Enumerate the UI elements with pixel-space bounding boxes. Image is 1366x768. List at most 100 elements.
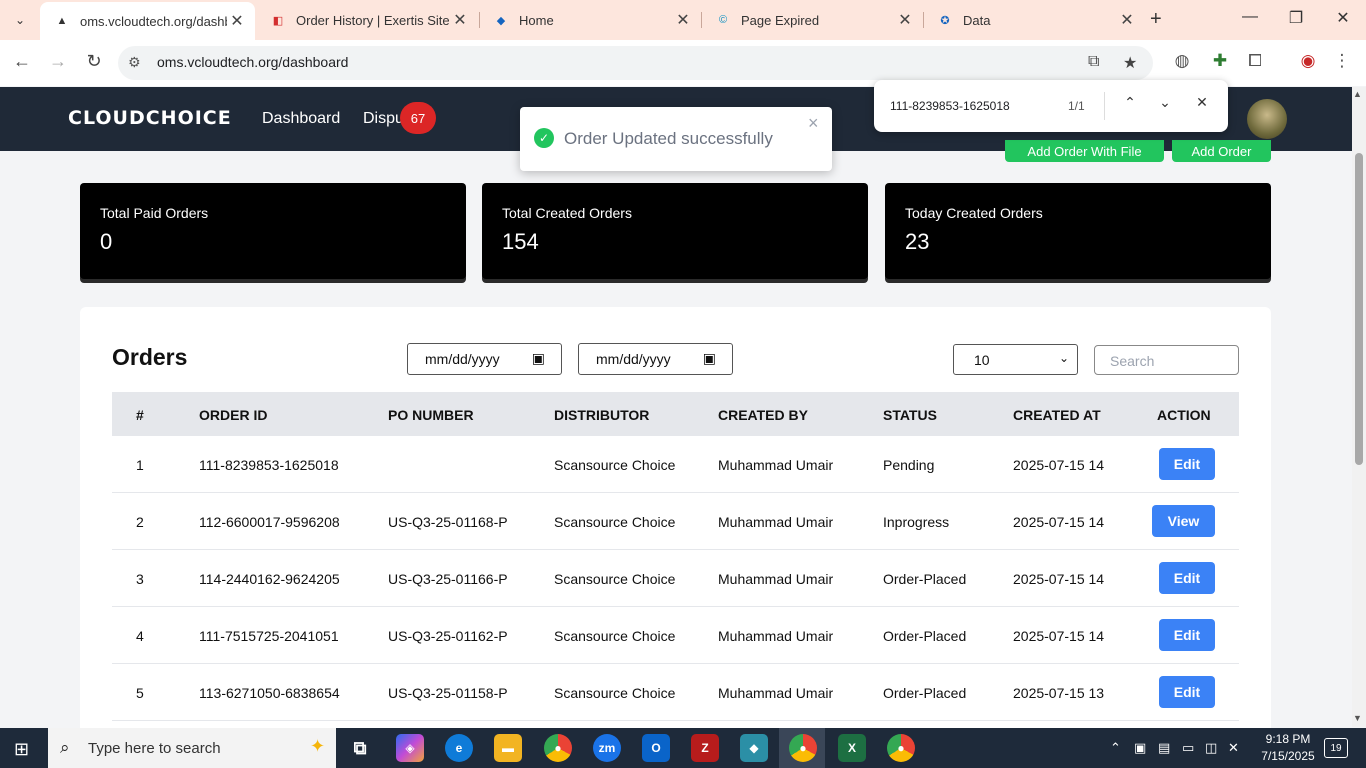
add-order-with-file-button[interactable]: Add Order With File — [1005, 140, 1164, 162]
tab-search-icon[interactable]: ⌄ — [8, 8, 32, 32]
network-icon[interactable]: ◫ — [1205, 740, 1217, 756]
card-label: Today Created Orders — [905, 205, 1043, 221]
system-clock[interactable]: 9:18 PM 7/15/2025 — [1258, 731, 1318, 765]
card-label: Total Created Orders — [502, 205, 632, 221]
end-date-input[interactable]: mm/dd/yyyy ▣ — [578, 343, 733, 375]
close-icon[interactable]: ✕ — [227, 11, 247, 31]
chrome-icon[interactable]: ● — [544, 734, 572, 762]
cell-po-number: US-Q3-25-01168-P — [388, 514, 508, 530]
window-close-icon[interactable]: ✕ — [1328, 8, 1358, 28]
new-tab-icon[interactable]: + — [1150, 8, 1162, 31]
back-icon[interactable]: ← — [9, 51, 35, 72]
find-query-input[interactable]: 111-8239853-1625018 — [890, 99, 1010, 113]
card-value: 23 — [905, 229, 930, 254]
close-icon[interactable]: ✕ — [1117, 10, 1137, 30]
battery-icon[interactable]: ▭ — [1182, 740, 1194, 756]
tab-title: Page Expired — [741, 12, 820, 28]
card-total-paid-orders: Total Paid Orders 0 — [80, 183, 466, 279]
chrome-profile-icon[interactable]: ● — [789, 734, 817, 762]
scroll-up-arrow-icon[interactable]: ▲ — [1353, 89, 1362, 99]
avatar[interactable] — [1247, 99, 1287, 139]
omnibox[interactable]: ⚙ oms.vcloudtech.org/dashboard ⧉ ★ — [118, 46, 1153, 80]
toast-message: Order Updated successfully — [564, 129, 773, 148]
app-diamond-icon[interactable]: ◆ — [740, 734, 768, 762]
toast-close-icon[interactable]: × — [808, 113, 819, 134]
scrollbar-thumb[interactable] — [1355, 153, 1363, 465]
tab-home[interactable]: ◆ Home ✕ — [479, 2, 701, 38]
cell-distributor: Scansource Choice — [554, 628, 676, 644]
windows-taskbar: ⊞ ⌕ Type here to search ✦ ⧉ ◈ e ▬ ● zm O… — [0, 728, 1366, 768]
card-today-created-orders: Today Created Orders 23 — [885, 183, 1271, 279]
edit-button[interactable]: Edit — [1159, 448, 1215, 480]
edit-button[interactable]: Edit — [1159, 619, 1215, 651]
bookmark-star-icon[interactable]: ★ — [1123, 53, 1137, 73]
display-icon[interactable]: ▤ — [1158, 740, 1170, 756]
cell-created-at: 2025-07-15 14 — [1013, 628, 1105, 644]
tab-page-expired[interactable]: © Page Expired ✕ — [701, 2, 923, 38]
taskbar-search-box[interactable]: ⌕ Type here to search ✦ — [48, 728, 336, 768]
meet-now-icon[interactable]: ▣ — [1134, 740, 1146, 756]
zoom-icon[interactable]: zm — [593, 734, 621, 762]
success-toast: ✓ Order Updated successfully × — [520, 107, 832, 171]
profile-icon[interactable]: ◉ — [1296, 51, 1320, 71]
search-icon: ⌕ — [60, 738, 70, 757]
cell-distributor: Scansource Choice — [554, 685, 676, 701]
chrome-secondary-icon[interactable]: ● — [887, 734, 915, 762]
cell-index: 5 — [136, 685, 144, 701]
calendar-icon[interactable]: ▣ — [532, 350, 545, 367]
forward-icon[interactable]: → — [45, 51, 71, 72]
edge-icon[interactable]: e — [445, 734, 473, 762]
url-text[interactable]: oms.vcloudtech.org/dashboard — [157, 54, 348, 70]
edit-button[interactable]: Edit — [1159, 676, 1215, 708]
check-circle-icon: ✓ — [534, 128, 554, 148]
extensions-puzzle-icon[interactable]: ⧠ — [1243, 51, 1267, 71]
add-order-button[interactable]: Add Order — [1172, 140, 1271, 162]
task-view-icon[interactable]: ⧉ — [346, 734, 374, 762]
edit-button[interactable]: Edit — [1159, 562, 1215, 594]
tab-title: Home — [519, 12, 554, 28]
reload-icon[interactable]: ↻ — [81, 51, 107, 72]
nav-disputes[interactable]: Dispu — [363, 110, 404, 128]
tab-order-history[interactable]: ◧ Order History | Exertis Site ✕ — [256, 2, 478, 38]
close-icon[interactable]: ✕ — [450, 10, 470, 30]
logo[interactable]: CLOUDCHOICE — [68, 107, 232, 129]
cell-created-by: Muhammad Umair — [718, 457, 834, 473]
scroll-down-arrow-icon[interactable]: ▼ — [1353, 713, 1362, 723]
nav-dashboard[interactable]: Dashboard — [262, 110, 340, 128]
tray-chevron-icon[interactable]: ⌃ — [1110, 740, 1121, 756]
site-info-icon[interactable]: ⚙ — [128, 54, 141, 71]
find-in-page-icon[interactable]: ⧉ — [1088, 53, 1099, 71]
tab-title: oms.vcloudtech.org/dashboard — [80, 13, 227, 29]
excel-icon[interactable]: X — [838, 734, 866, 762]
chevron-down-icon[interactable]: ⌄ — [1155, 94, 1175, 111]
chevron-up-icon[interactable]: ⌃ — [1120, 94, 1140, 111]
close-icon[interactable]: ✕ — [895, 10, 915, 30]
page-size-select[interactable]: 10 ⌄ — [953, 344, 1078, 375]
cell-created-by: Muhammad Umair — [718, 685, 834, 701]
find-close-icon[interactable]: ✕ — [1192, 94, 1212, 111]
disputes-count-badge: 67 — [400, 102, 436, 134]
view-button[interactable]: View — [1152, 505, 1215, 537]
calendar-icon[interactable]: ▣ — [703, 350, 716, 367]
notification-center-icon[interactable]: 19 — [1324, 738, 1348, 758]
cell-created-at: 2025-07-15 14 — [1013, 571, 1105, 587]
outlook-icon[interactable]: O — [642, 734, 670, 762]
tab-data[interactable]: ✪ Data ✕ — [923, 2, 1145, 38]
search-input[interactable]: Search — [1094, 345, 1239, 375]
start-date-input[interactable]: mm/dd/yyyy ▣ — [407, 343, 562, 375]
volume-muted-icon[interactable]: ✕ — [1228, 740, 1239, 756]
extension-plus-icon[interactable]: ✚ — [1208, 51, 1232, 71]
minimize-icon[interactable]: — — [1235, 8, 1265, 26]
windows-start-icon[interactable]: ⊞ — [14, 739, 29, 760]
column-header: PO NUMBER — [388, 407, 474, 423]
menu-kebab-icon[interactable]: ⋮ — [1330, 51, 1354, 71]
table-row: 4 111-7515725-2041051 US-Q3-25-01162-P S… — [112, 607, 1239, 664]
close-icon[interactable]: ✕ — [673, 10, 693, 30]
extension-globe-icon[interactable]: ◍ — [1170, 51, 1194, 71]
filezilla-icon[interactable]: Z — [691, 734, 719, 762]
restore-icon[interactable]: ❐ — [1281, 8, 1311, 28]
cell-status: Inprogress — [883, 514, 950, 530]
file-explorer-icon[interactable]: ▬ — [494, 734, 522, 762]
copilot-icon[interactable]: ◈ — [396, 734, 424, 762]
tab-dashboard[interactable]: ▲ oms.vcloudtech.org/dashboard ✕ — [40, 2, 255, 40]
